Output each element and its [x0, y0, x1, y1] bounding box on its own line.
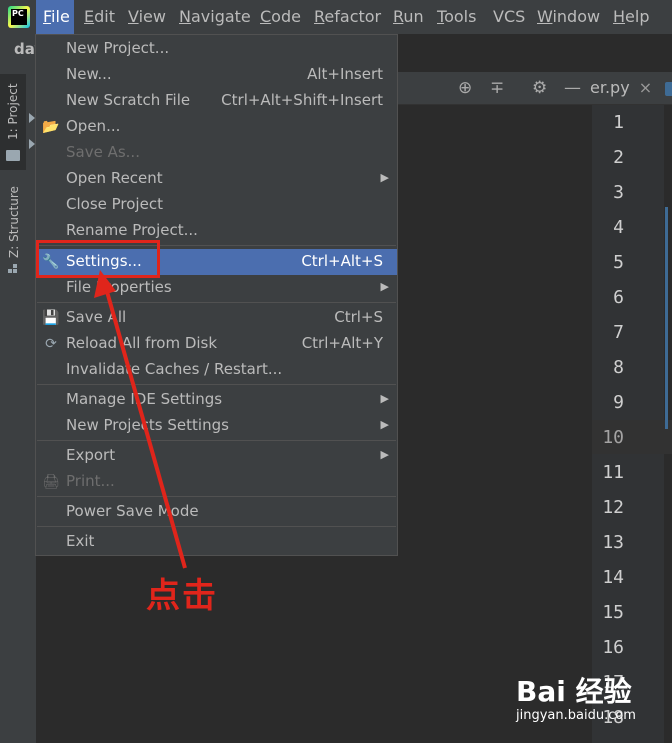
baidu-watermark-brand: Bai 经验	[516, 675, 632, 708]
annotation-arrow	[94, 270, 187, 569]
annotation-label: 点击	[146, 576, 218, 616]
baidu-watermark-site: jingyan.baidu.com	[516, 708, 636, 723]
